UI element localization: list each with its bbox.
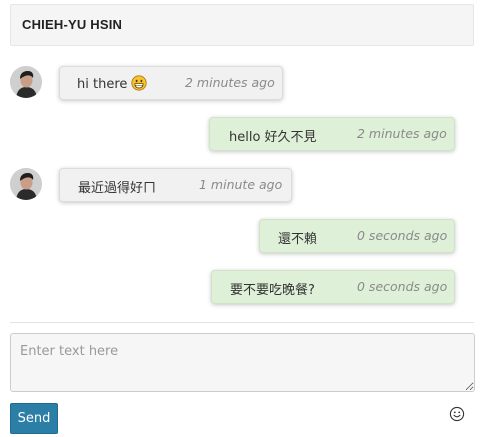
message-input[interactable] [10, 333, 475, 392]
send-button[interactable]: Send [10, 403, 58, 434]
avatar [10, 168, 42, 200]
divider [10, 322, 474, 323]
chat-header: CHIEH-YU HSIN [10, 4, 474, 46]
message-bubble-incoming: 最近過得好ㄇ 1 minute ago [59, 168, 292, 202]
message-bubble-outgoing: 還不賴 0 seconds ago [259, 219, 455, 253]
smiley-icon[interactable] [449, 406, 465, 422]
message-text: 要不要吃晚餐? [230, 283, 315, 298]
person-avatar-icon [10, 168, 42, 200]
message-bubble-outgoing: 要不要吃晚餐? 0 seconds ago [211, 270, 455, 304]
person-avatar-icon [10, 66, 42, 98]
message-timestamp: 1 minute ago [199, 177, 283, 192]
message-bubble-incoming: hi there 2 minutes ago [59, 66, 283, 100]
message-timestamp: 2 minutes ago [357, 126, 447, 141]
message-timestamp: 0 seconds ago [357, 279, 448, 294]
avatar [10, 66, 42, 98]
message-timestamp: 0 seconds ago [357, 228, 448, 243]
message-text: 最近過得好ㄇ [78, 181, 157, 196]
contact-name: CHIEH-YU HSIN [22, 17, 123, 32]
message-timestamp: 2 minutes ago [185, 75, 275, 90]
message-bubble-outgoing: hello 好久不見 2 minutes ago [209, 117, 455, 151]
message-text: 還不賴 [278, 232, 318, 247]
grinning-face-icon [131, 75, 148, 91]
message-text: hi there [77, 75, 148, 92]
message-text: hello 好久不見 [229, 130, 317, 145]
